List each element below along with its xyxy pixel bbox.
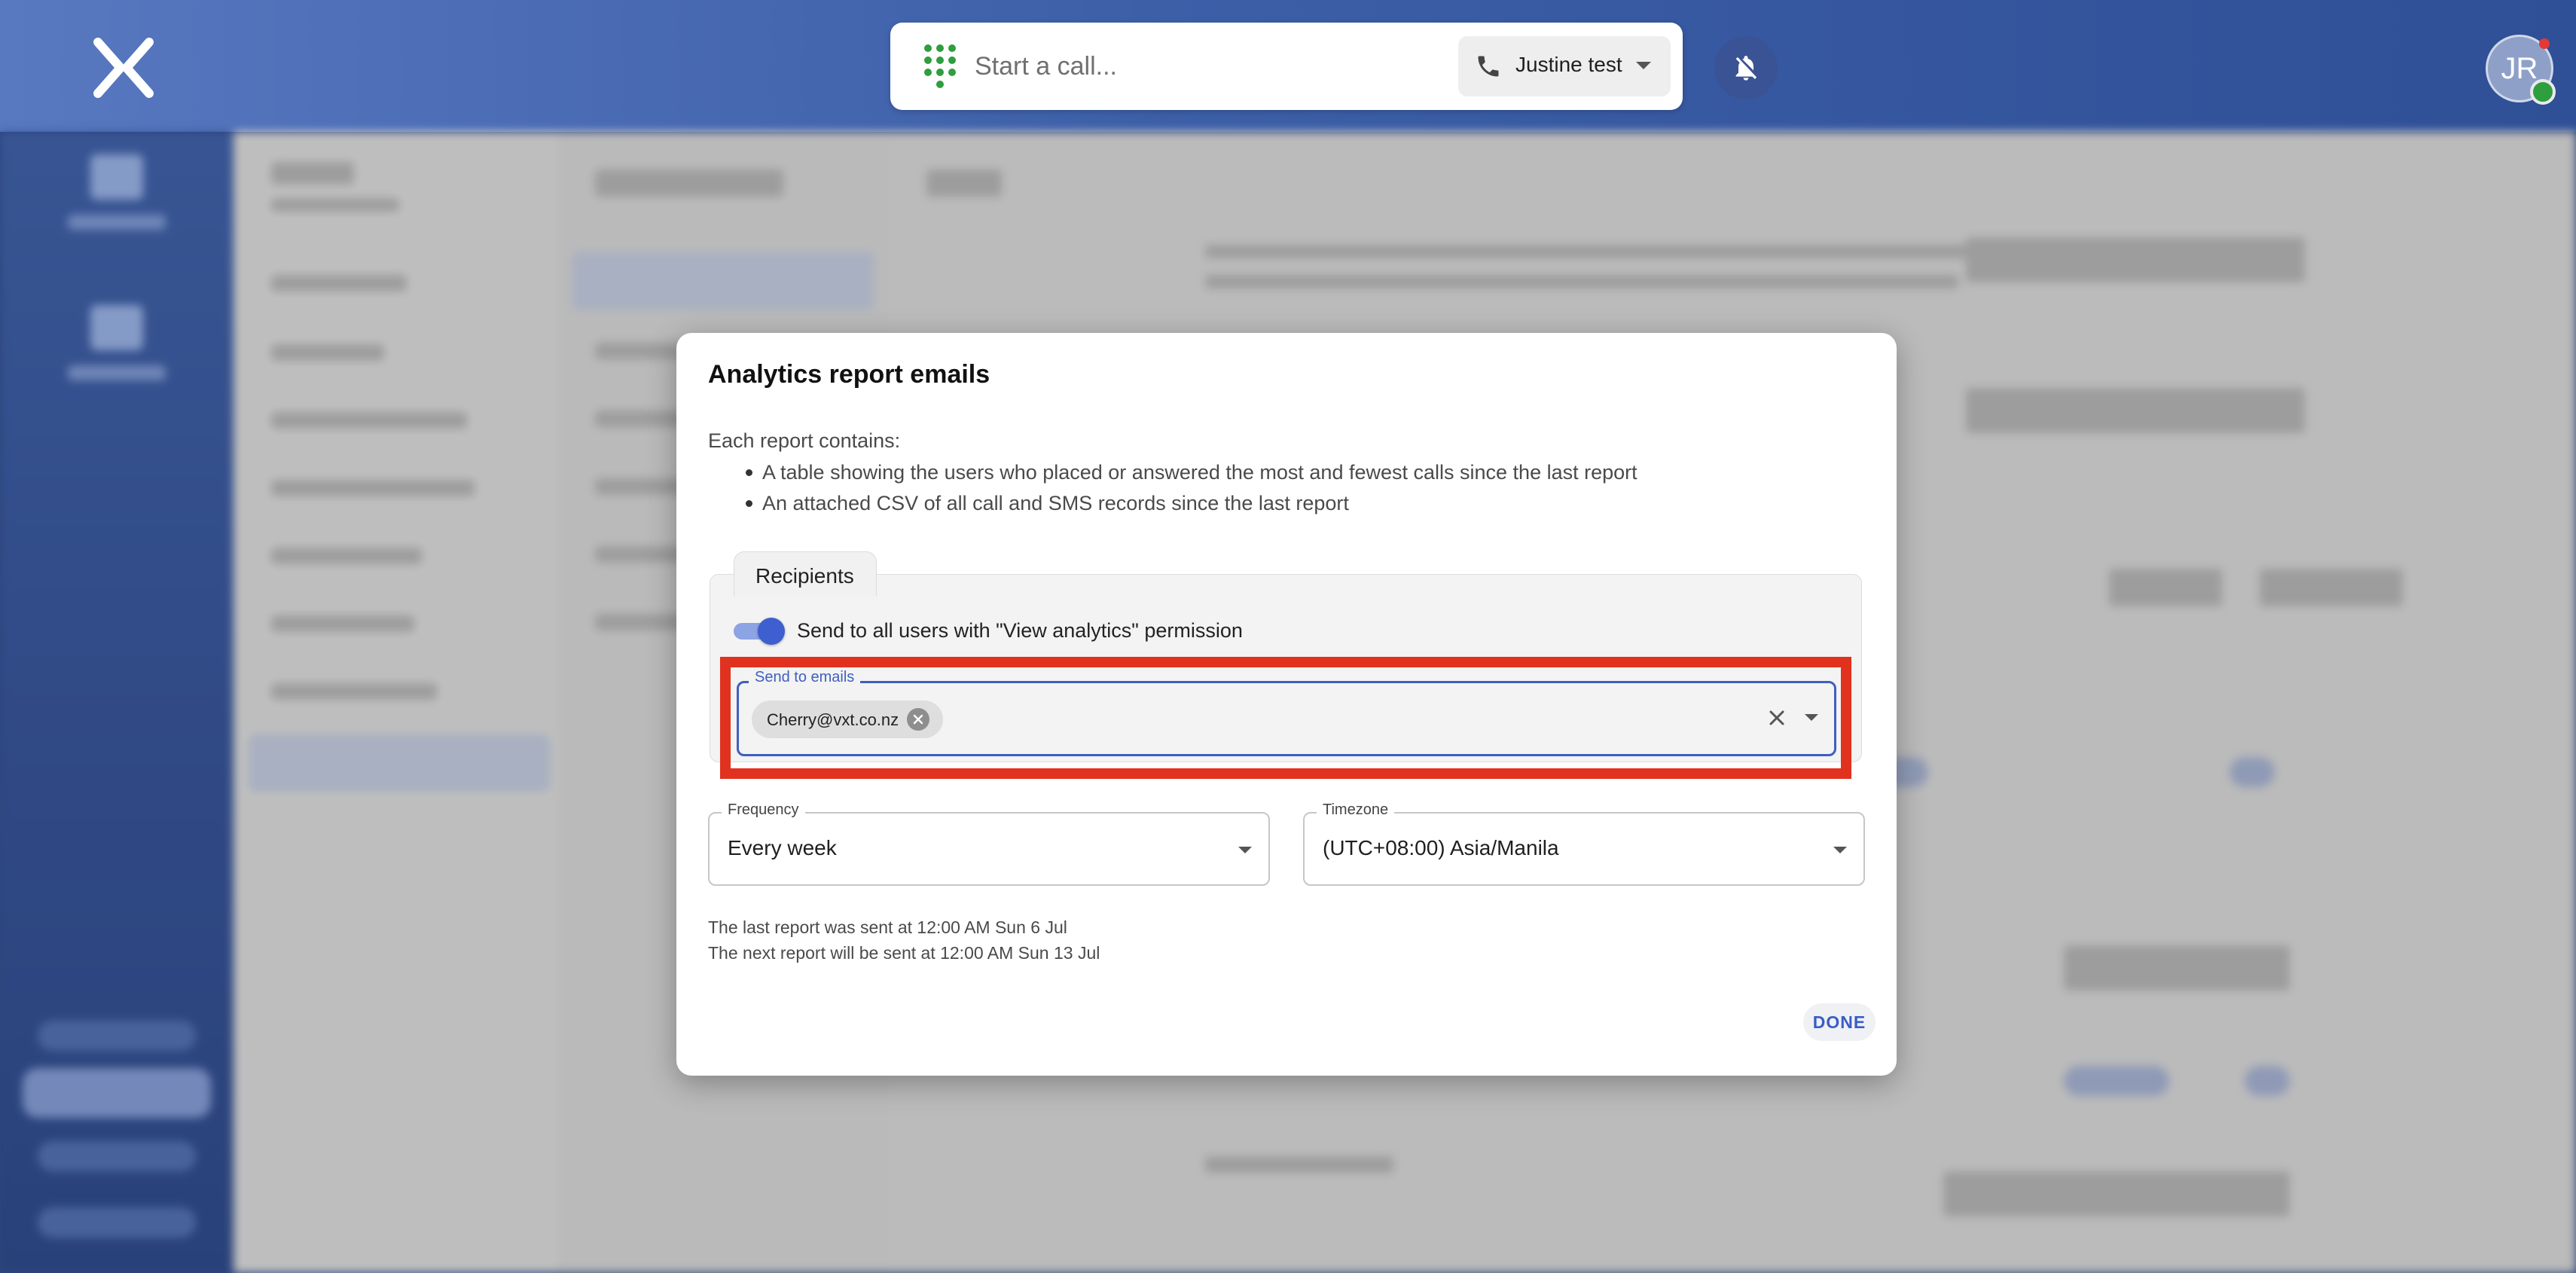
- send-to-all-toggle[interactable]: [734, 618, 786, 645]
- send-to-emails-label: Send to emails: [749, 669, 861, 686]
- frequency-label: Frequency: [722, 801, 805, 819]
- timezone-value: (UTC+08:00) Asia/Manila: [1323, 836, 1559, 859]
- remove-chip-icon[interactable]: [907, 708, 929, 731]
- email-chip-label: Cherry@vxt.co.nz: [767, 710, 899, 729]
- report-contents-list: A table showing the users who placed or …: [708, 459, 1838, 521]
- chevron-down-icon[interactable]: [1805, 714, 1818, 721]
- list-item: A table showing the users who placed or …: [708, 459, 1838, 490]
- next-report-text: The next report will be sent at 12:00 AM…: [708, 943, 1100, 963]
- phone-icon: [1475, 53, 1502, 80]
- email-chip[interactable]: Cherry@vxt.co.nz: [752, 701, 943, 738]
- dialpad-icon[interactable]: [919, 42, 967, 90]
- list-item: An attached CSV of all call and SMS reco…: [708, 490, 1838, 521]
- x-logo-icon[interactable]: [92, 38, 155, 98]
- timezone-select[interactable]: Timezone (UTC+08:00) Asia/Manila: [1303, 801, 1865, 886]
- user-avatar[interactable]: JR: [2486, 35, 2556, 105]
- timezone-label: Timezone: [1317, 801, 1395, 819]
- report-intro-text: Each report contains:: [708, 429, 901, 452]
- caller-name: Justine test: [1515, 53, 1622, 76]
- call-bar: Justine test: [890, 23, 1683, 110]
- toggle-thumb: [758, 618, 785, 645]
- done-button[interactable]: DONE: [1803, 1003, 1876, 1041]
- clear-emails-icon[interactable]: [1764, 705, 1790, 731]
- online-status-dot: [2530, 79, 2556, 105]
- frequency-select[interactable]: Frequency Every week: [708, 801, 1270, 886]
- chevron-down-icon: [1238, 847, 1252, 853]
- caller-id-select[interactable]: Justine test: [1458, 36, 1671, 96]
- avatar-initials: JR: [2501, 51, 2538, 85]
- analytics-report-emails-dialog: Analytics report emails Each report cont…: [676, 333, 1897, 1076]
- frequency-value: Every week: [728, 836, 837, 859]
- last-report-text: The last report was sent at 12:00 AM Sun…: [708, 917, 1067, 937]
- tab-recipients[interactable]: Recipients: [734, 551, 877, 597]
- bell-off-icon: [1735, 56, 1757, 81]
- notification-dot: [2539, 38, 2550, 49]
- chevron-down-icon: [1833, 847, 1847, 853]
- top-bar: Justine test JR: [0, 0, 2576, 132]
- chevron-down-icon: [1636, 62, 1651, 69]
- send-to-all-label: Send to all users with "View analytics" …: [797, 619, 1243, 642]
- dialog-title: Analytics report emails: [708, 360, 990, 389]
- start-call-input[interactable]: [975, 42, 1419, 90]
- notifications-muted-button[interactable]: [1714, 36, 1778, 99]
